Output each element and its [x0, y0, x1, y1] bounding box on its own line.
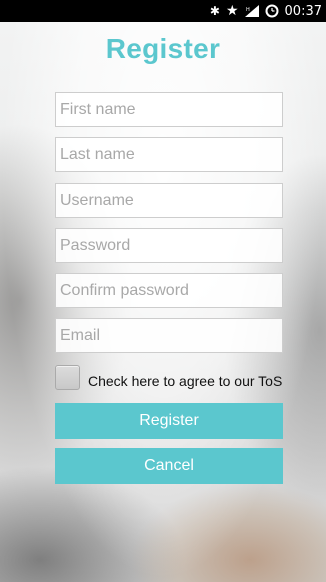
register-screen: ✱ ★ H 00:37 Register Check here to agree… [0, 0, 326, 582]
bluetooth-icon: ✱ [209, 4, 220, 18]
username-field[interactable] [55, 183, 283, 218]
password-field[interactable] [55, 228, 283, 263]
svg-text:H: H [246, 7, 250, 13]
alarm-icon [265, 0, 279, 22]
signal-icon: H [244, 0, 259, 22]
email-field[interactable] [55, 318, 283, 353]
cancel-button[interactable]: Cancel [55, 448, 283, 484]
status-bar: ✱ ★ H 00:37 [0, 0, 326, 22]
confirm-password-field[interactable] [55, 273, 283, 308]
register-button[interactable]: Register [55, 403, 283, 439]
star-icon: ★ [225, 3, 239, 19]
page-title: Register [105, 33, 221, 64]
first-name-field[interactable] [55, 92, 283, 127]
last-name-field[interactable] [55, 137, 283, 172]
status-time: 00:37 [284, 3, 322, 19]
tos-label[interactable]: Check here to agree to our ToS [88, 373, 282, 389]
tos-checkbox[interactable] [55, 364, 80, 390]
tos-row: Check here to agree to our ToS [55, 364, 282, 390]
